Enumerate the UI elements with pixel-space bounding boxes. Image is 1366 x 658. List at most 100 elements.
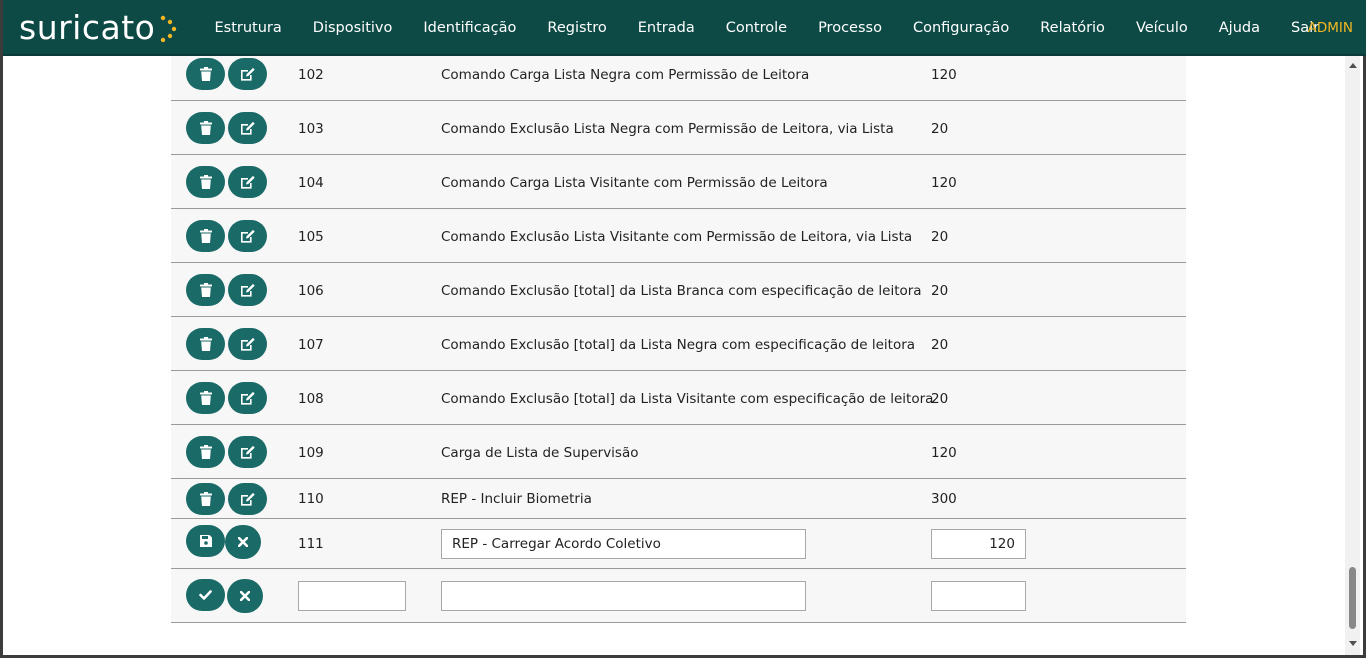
- row-actions: [186, 220, 270, 252]
- edit-button[interactable]: [228, 274, 267, 306]
- nav-item-controle[interactable]: Controle: [710, 20, 802, 36]
- user-name[interactable]: ADMIN: [1308, 0, 1353, 56]
- delete-button[interactable]: [186, 328, 225, 360]
- description-input[interactable]: REP - Carregar Acordo Coletivo: [441, 529, 806, 559]
- delete-button[interactable]: [186, 274, 225, 306]
- trash-icon: [199, 121, 212, 135]
- records-table: 102 Comando Carga Lista Negra com Permiss…: [171, 56, 1186, 623]
- edit-icon: [240, 445, 256, 459]
- scroll-up-arrow-icon[interactable]: [1345, 58, 1360, 73]
- edit-button[interactable]: [228, 166, 267, 198]
- edit-row: 111 REP - Carregar Acordo Coletivo 120: [171, 519, 1186, 569]
- nav-item-veiculo[interactable]: Veículo: [1120, 20, 1203, 36]
- new-id-input[interactable]: [298, 581, 406, 611]
- close-icon: [240, 591, 250, 601]
- delete-button[interactable]: [186, 112, 225, 144]
- nav-item-ajuda[interactable]: Ajuda: [1203, 20, 1275, 36]
- trash-icon: [199, 229, 212, 243]
- cancel-edit-button[interactable]: [225, 525, 261, 559]
- table-row: 110 REP - Incluir Biometria 300: [171, 479, 1186, 519]
- main-menu: Estrutura Dispositivo Identificação Registr…: [199, 0, 1335, 56]
- check-icon: [199, 590, 212, 600]
- top-navbar: suricato Estrutura Dispositivo Identificaç…: [3, 0, 1366, 56]
- new-row: [171, 569, 1186, 623]
- table-row: 104 Comando Carga Lista Visitante com Per…: [171, 155, 1186, 209]
- nav-item-identificacao[interactable]: Identificação: [408, 20, 532, 36]
- nav-item-dispositivo[interactable]: Dispositivo: [297, 20, 408, 36]
- row-description: Comando Exclusão Lista Negra com Permiss…: [441, 121, 894, 137]
- row-description: Comando Carga Lista Visitante com Permis…: [441, 175, 828, 191]
- table-row: 107 Comando Exclusão [total] da Lista Neg…: [171, 317, 1186, 371]
- row-id: 107: [298, 337, 324, 353]
- nav-item-estrutura[interactable]: Estrutura: [199, 20, 297, 36]
- save-icon: [199, 535, 212, 547]
- nav-item-processo[interactable]: Processo: [803, 20, 898, 36]
- row-actions: [186, 483, 270, 515]
- edit-button[interactable]: [228, 220, 267, 252]
- table-row: 102 Comando Carga Lista Negra com Permiss…: [171, 56, 1186, 101]
- edit-button[interactable]: [228, 436, 267, 468]
- cancel-new-button[interactable]: [227, 579, 263, 613]
- row-value: 20: [931, 283, 949, 299]
- edit-button[interactable]: [228, 328, 267, 360]
- row-description: Comando Exclusão [total] da Lista Visita…: [441, 391, 934, 407]
- row-value: 120: [931, 67, 957, 83]
- row-id: 106: [298, 283, 324, 299]
- table-row: 105 Comando Exclusão Lista Visitante com …: [171, 209, 1186, 263]
- row-id: 109: [298, 445, 324, 461]
- save-button[interactable]: [186, 525, 225, 557]
- row-description: Comando Exclusão [total] da Lista Branca…: [441, 283, 922, 299]
- table-row: 108 Comando Exclusão [total] da Lista Vis…: [171, 371, 1186, 425]
- edit-button[interactable]: [228, 382, 267, 414]
- row-actions: [186, 382, 270, 414]
- nav-item-registro[interactable]: Registro: [532, 20, 622, 36]
- delete-button[interactable]: [186, 483, 225, 515]
- delete-button[interactable]: [186, 58, 225, 90]
- row-value: 20: [931, 229, 949, 245]
- row-value: 120: [931, 175, 957, 191]
- row-id: 110: [298, 491, 324, 507]
- edit-icon: [240, 229, 256, 243]
- delete-button[interactable]: [186, 382, 225, 414]
- row-description: Carga de Lista de Supervisão: [441, 445, 639, 461]
- scrollbar-thumb[interactable]: [1349, 567, 1356, 629]
- row-actions: [186, 274, 270, 306]
- delete-button[interactable]: [186, 166, 225, 198]
- nav-item-configuracao[interactable]: Configuração: [897, 20, 1024, 36]
- vertical-scrollbar[interactable]: [1345, 56, 1360, 655]
- row-description: REP - Incluir Biometria: [441, 491, 592, 507]
- value-input[interactable]: 120: [931, 529, 1026, 559]
- edit-button[interactable]: [228, 483, 267, 515]
- row-actions: [186, 436, 270, 468]
- table-row: 106 Comando Exclusão [total] da Lista Bra…: [171, 263, 1186, 317]
- table-row: 109 Carga de Lista de Supervisão 120: [171, 425, 1186, 479]
- confirm-button[interactable]: [186, 579, 225, 611]
- scroll-down-arrow-icon[interactable]: [1345, 636, 1360, 651]
- trash-icon: [199, 67, 212, 81]
- row-value: 20: [931, 391, 949, 407]
- edit-icon: [240, 492, 256, 506]
- trash-icon: [199, 175, 212, 189]
- suricato-logo[interactable]: suricato: [19, 4, 178, 50]
- edit-button[interactable]: [228, 58, 267, 90]
- table-row: 103 Comando Exclusão Lista Negra com Perm…: [171, 101, 1186, 155]
- row-value: 300: [931, 491, 957, 507]
- delete-button[interactable]: [186, 220, 225, 252]
- trash-icon: [199, 492, 212, 506]
- new-value-input[interactable]: [931, 581, 1026, 611]
- nav-item-relatorio[interactable]: Relatório: [1025, 20, 1121, 36]
- logo-text: suricato: [19, 7, 156, 47]
- edit-icon: [240, 67, 256, 81]
- browser-window: suricato Estrutura Dispositivo Identificaç…: [0, 0, 1366, 658]
- row-value: 20: [931, 121, 949, 137]
- row-value: 120: [931, 445, 957, 461]
- delete-button[interactable]: [186, 436, 225, 468]
- row-description: Comando Carga Lista Negra com Permissão …: [441, 67, 810, 83]
- trash-icon: [199, 283, 212, 297]
- logo-dots-icon: [161, 15, 177, 43]
- nav-item-entrada[interactable]: Entrada: [622, 20, 710, 36]
- main-content: 102 Comando Carga Lista Negra com Permiss…: [3, 56, 1351, 655]
- edit-button[interactable]: [228, 112, 267, 144]
- row-actions: [186, 525, 264, 559]
- new-description-input[interactable]: [441, 581, 806, 611]
